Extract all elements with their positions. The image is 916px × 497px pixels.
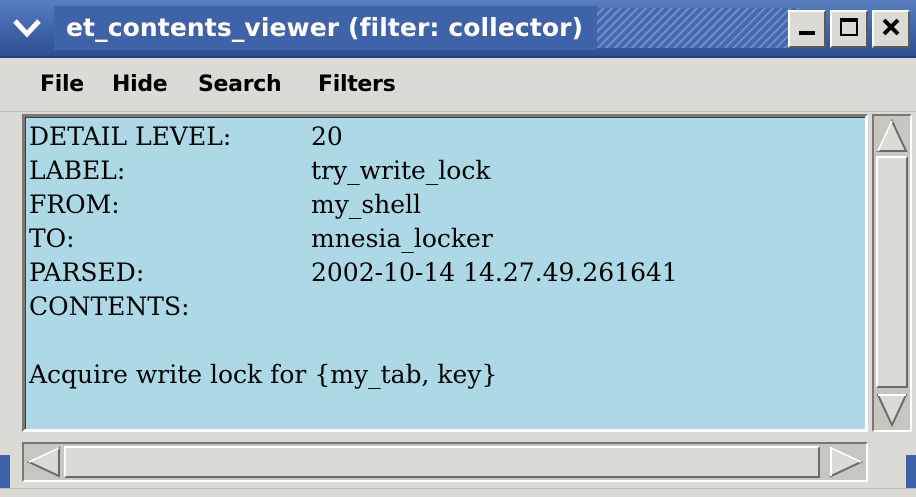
field-label: FROM: bbox=[29, 190, 120, 219]
menu-bar: File Hide Search Filters bbox=[0, 58, 916, 112]
arrow-left-icon[interactable] bbox=[26, 446, 62, 478]
chevron-down-icon[interactable] bbox=[6, 8, 48, 48]
horizontal-scrollbar[interactable] bbox=[22, 442, 868, 482]
field-value: mnesia_locker bbox=[311, 224, 493, 253]
field-label: PARSED: bbox=[29, 258, 145, 287]
maximize-button[interactable] bbox=[830, 10, 868, 48]
window-title: et_contents_viewer (filter: collector) bbox=[54, 6, 598, 50]
close-icon bbox=[880, 16, 902, 42]
close-button[interactable] bbox=[872, 10, 910, 48]
maximize-icon bbox=[838, 16, 860, 42]
app-window: et_contents_viewer (filter: collector) F… bbox=[0, 0, 916, 497]
title-bar[interactable]: et_contents_viewer (filter: collector) bbox=[0, 0, 916, 58]
vertical-scroll-thumb[interactable] bbox=[876, 156, 908, 388]
field-label: LABEL: bbox=[29, 156, 126, 185]
minimize-icon bbox=[796, 16, 818, 42]
minimize-button[interactable] bbox=[788, 10, 826, 48]
menu-search[interactable]: Search bbox=[198, 58, 282, 112]
arrow-right-icon[interactable] bbox=[828, 446, 864, 478]
field-label: DETAIL LEVEL: bbox=[29, 122, 232, 151]
window-frame-left bbox=[0, 112, 10, 497]
field-label: TO: bbox=[29, 224, 75, 253]
field-value: 2002-10-14 14.27.49.261641 bbox=[311, 258, 678, 287]
field-label: CONTENTS: bbox=[29, 292, 190, 321]
menu-file[interactable]: File bbox=[40, 58, 84, 112]
window-frame-bottom[interactable] bbox=[0, 488, 916, 497]
horizontal-scroll-thumb[interactable] bbox=[64, 446, 820, 478]
vertical-scrollbar[interactable] bbox=[872, 114, 912, 432]
contents-text-area[interactable]: DETAIL LEVEL: 20 LABEL: try_write_lock F… bbox=[22, 114, 868, 432]
arrow-down-icon[interactable] bbox=[876, 392, 908, 428]
field-value: my_shell bbox=[311, 190, 422, 219]
arrow-up-icon[interactable] bbox=[876, 118, 908, 154]
menu-filters[interactable]: Filters bbox=[318, 58, 396, 112]
field-value: try_write_lock bbox=[311, 156, 491, 185]
field-value: 20 bbox=[311, 122, 343, 151]
contents-body-text: Acquire write lock for {my_tab, key} bbox=[29, 360, 498, 389]
menu-hide[interactable]: Hide bbox=[112, 58, 168, 112]
